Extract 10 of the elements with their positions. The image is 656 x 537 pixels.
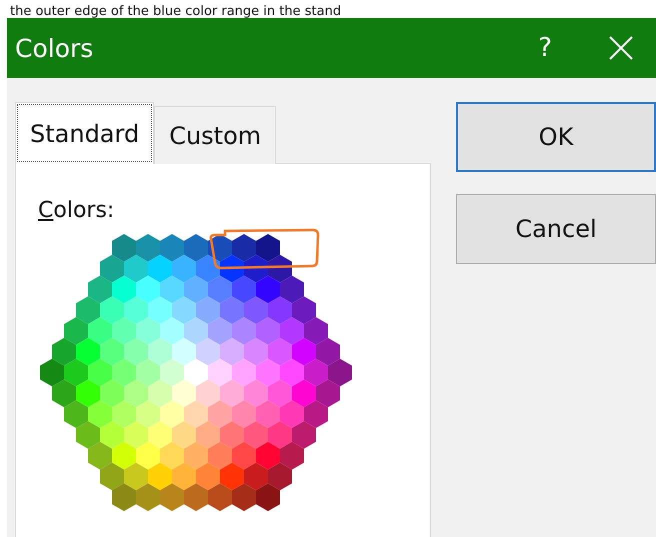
cancel-button[interactable]: Cancel (456, 194, 656, 264)
color-honeycomb-drawing[interactable] (39, 233, 353, 512)
close-icon[interactable] (608, 35, 634, 61)
caption-text: the outer edge of the blue color range in the stand (10, 4, 342, 19)
help-button[interactable]: ? (538, 33, 552, 63)
ok-button[interactable]: OK (456, 102, 656, 172)
window-title: Colors (15, 34, 94, 62)
tab[interactable]: Standard (15, 102, 154, 164)
colors-label: Colors: (38, 198, 114, 223)
tab[interactable]: Custom (154, 106, 276, 164)
